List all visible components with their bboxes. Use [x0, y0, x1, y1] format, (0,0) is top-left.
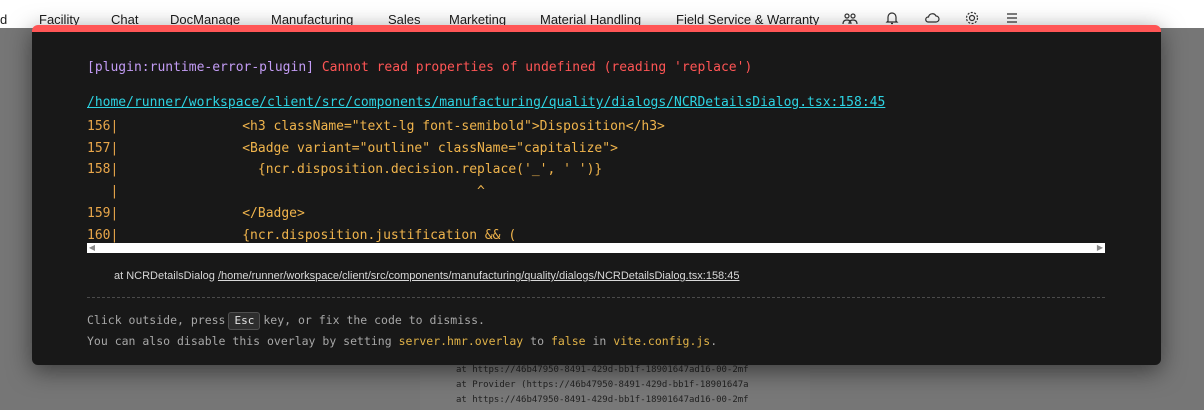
stack-prefix: at NCRDetailsDialog [114, 270, 215, 282]
trace-line: at https://46b47950-8491-429d-bb1f-18901… [456, 395, 749, 405]
line-code: <h3 className="text-lg font-semibold">Di… [117, 119, 665, 134]
esc-key: Esc [228, 312, 261, 330]
horizontal-scrollbar[interactable]: ◀ ▶ [87, 243, 1105, 253]
line-code: <Badge variant="outline" className="capi… [117, 140, 618, 156]
line-code: ^ [117, 184, 485, 200]
config-file: vite.config.js [613, 334, 711, 348]
tip-text: Click outside, press [87, 313, 226, 327]
line-number: | [87, 184, 119, 200]
code-line: 158| {ncr.disposition.decision.replace('… [87, 159, 1105, 181]
tip-text: key, or fix the code to dismiss. [263, 313, 485, 327]
users-icon[interactable] [842, 10, 858, 26]
disable-tip: You can also disable this overlay by set… [87, 334, 717, 348]
code-line: | ^ [87, 181, 1105, 203]
code-line: 157| <Badge variant="outline" className=… [87, 138, 1105, 160]
config-value: false [550, 334, 586, 348]
gear-icon[interactable] [964, 10, 980, 26]
divider [87, 297, 1105, 298]
trace-line: at https://46b47950-8491-429d-bb1f-18901… [456, 365, 749, 375]
error-message: [plugin:runtime-error-plugin] Cannot rea… [87, 60, 752, 75]
stack-trace: at NCRDetailsDialog /home/runner/workspa… [114, 270, 739, 282]
cloud-icon[interactable] [924, 10, 940, 26]
tip-text: to [530, 334, 544, 348]
nav-item-d[interactable]: d [0, 12, 7, 27]
stack-file-link[interactable]: /home/runner/workspace/client/src/compon… [218, 270, 740, 282]
config-setting: server.hmr.overlay [398, 334, 524, 348]
scroll-right-icon[interactable]: ▶ [1095, 243, 1105, 253]
tip-text: in [592, 334, 607, 348]
bell-icon[interactable] [884, 10, 900, 26]
top-navigation: d Facility Chat DocManage Manufacturing … [0, 0, 1204, 28]
code-line: 159| </Badge> [87, 203, 1105, 225]
background-stack-trace: at https://46b47950-8491-429d-bb1f-18901… [456, 363, 749, 408]
line-number: 157| [87, 140, 119, 156]
code-line: 156| <h3 className="text-lg font-semibol… [87, 116, 1105, 138]
line-code: </Badge> [117, 205, 305, 221]
menu-icon[interactable] [1004, 10, 1020, 26]
line-number: 158| [87, 162, 119, 178]
line-number: 156| [87, 119, 119, 134]
trace-line: at Provider (https://46b47950-8491-429d-… [456, 380, 749, 390]
line-code: {ncr.disposition.justification && ( [117, 227, 517, 243]
line-number: 159| [87, 205, 119, 221]
error-overlay: [plugin:runtime-error-plugin] Cannot rea… [32, 25, 1161, 365]
plugin-label: [plugin:runtime-error-plugin] [87, 60, 314, 75]
scroll-left-icon[interactable]: ◀ [87, 243, 97, 253]
dismiss-tip: Click outside, press Esc key, or fix the c… [87, 312, 485, 330]
error-file-link[interactable]: /home/runner/workspace/client/src/compon… [87, 95, 885, 110]
line-code: {ncr.disposition.decision.replace('_', '… [117, 162, 603, 178]
tip-text: . [710, 334, 718, 348]
tip-text: You can also disable this overlay by set… [87, 334, 392, 348]
error-text: Cannot read properties of undefined (rea… [321, 60, 753, 75]
code-frame: 156| <h3 className="text-lg font-semibol… [87, 116, 1105, 246]
